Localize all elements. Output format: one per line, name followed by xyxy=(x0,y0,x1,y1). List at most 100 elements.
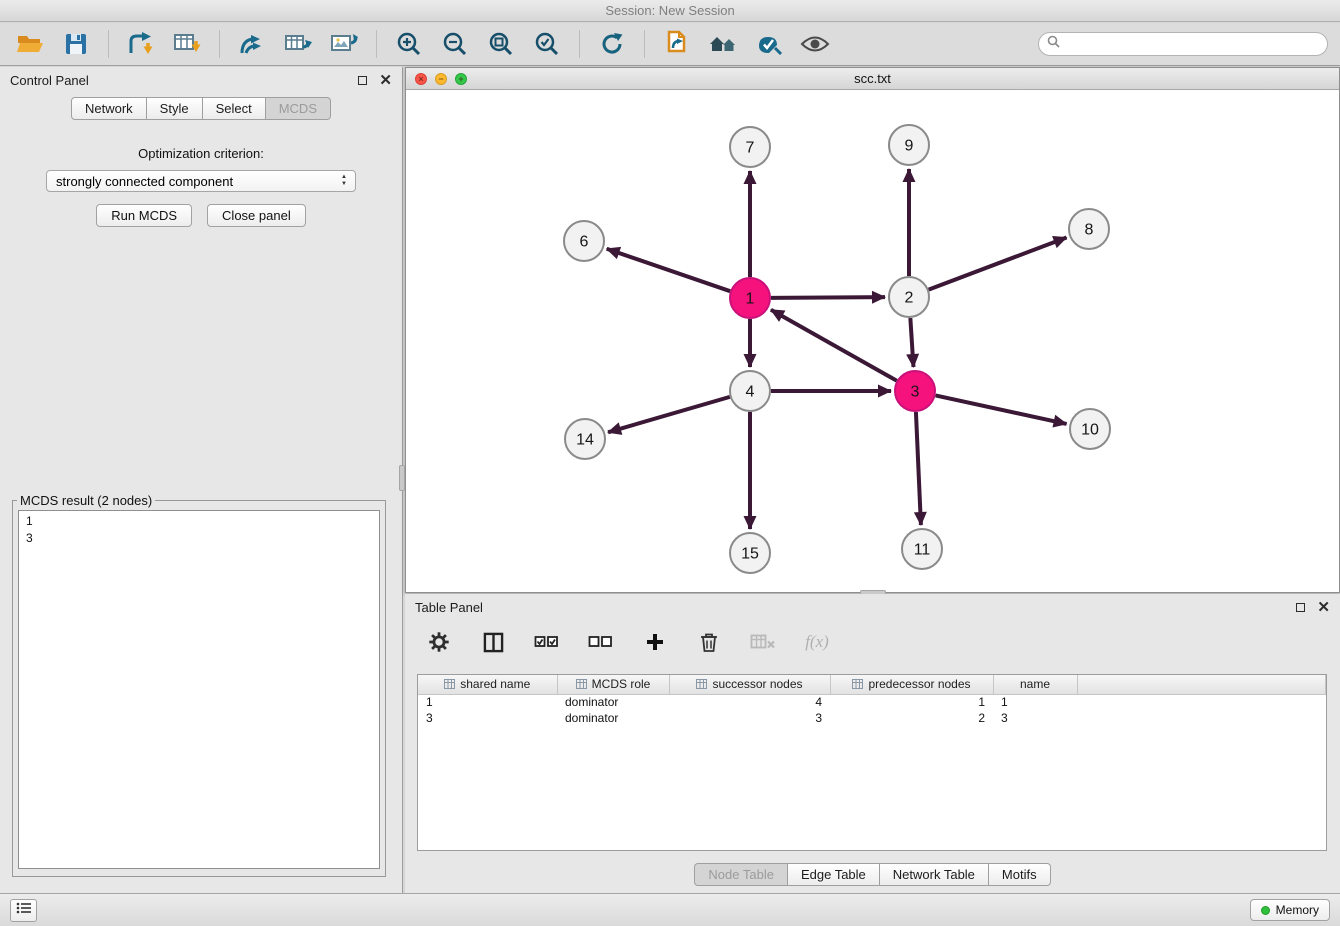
network-node-8[interactable]: 8 xyxy=(1069,209,1109,249)
tab-mcds[interactable]: MCDS xyxy=(266,97,331,120)
main-area: Control Panel ✕ Network Style Select MCD… xyxy=(0,67,1340,893)
close-panel-button[interactable]: Close panel xyxy=(207,204,306,227)
style-check-icon[interactable] xyxy=(751,28,787,60)
network-edge-3-11[interactable] xyxy=(916,412,921,525)
mcds-result-legend: MCDS result (2 nodes) xyxy=(17,493,155,508)
zoom-in-icon[interactable] xyxy=(391,28,427,60)
zoom-icon[interactable]: + xyxy=(455,73,467,85)
delete-table-icon[interactable] xyxy=(745,626,781,658)
main-toolbar xyxy=(0,23,1340,66)
cell-name[interactable]: 3 xyxy=(993,710,1077,726)
network-window-titlebar[interactable]: × − + scc.txt xyxy=(406,68,1339,90)
network-node-10[interactable]: 10 xyxy=(1070,409,1110,449)
zoom-selected-icon[interactable] xyxy=(529,28,565,60)
network-node-14[interactable]: 14 xyxy=(565,419,605,459)
column-header-shared-name[interactable]: shared name xyxy=(418,675,557,694)
import-network-icon[interactable] xyxy=(123,28,159,60)
optimization-criterion-dropdown[interactable]: strongly connected component ▲▼ xyxy=(46,170,356,192)
column-edit-icon xyxy=(576,678,587,692)
open-session-icon[interactable] xyxy=(12,28,48,60)
optimization-criterion-label: Optimization criterion: xyxy=(0,146,402,161)
network-node-1[interactable]: 1 xyxy=(730,278,770,318)
cell-shared-name[interactable]: 1 xyxy=(418,694,557,710)
zoom-out-icon[interactable] xyxy=(437,28,473,60)
cell-successor-nodes[interactable]: 4 xyxy=(669,694,830,710)
tab-select[interactable]: Select xyxy=(203,97,266,120)
table-panel-header: Table Panel ✕ xyxy=(405,594,1340,620)
column-header-predecessor-nodes[interactable]: predecessor nodes xyxy=(830,675,993,694)
save-session-icon[interactable] xyxy=(58,28,94,60)
gear-icon[interactable] xyxy=(421,626,457,658)
cell-predecessor-nodes[interactable]: 1 xyxy=(830,694,993,710)
tab-network[interactable]: Network xyxy=(71,97,147,120)
cell-mcds-role[interactable]: dominator xyxy=(557,694,669,710)
control-panel-tabs: Network Style Select MCDS xyxy=(0,97,402,120)
tab-motifs[interactable]: Motifs xyxy=(989,863,1051,886)
cell-predecessor-nodes[interactable]: 2 xyxy=(830,710,993,726)
column-header-mcds-role[interactable]: MCDS role xyxy=(557,675,669,694)
minimize-icon[interactable]: − xyxy=(435,73,447,85)
control-panel-header: Control Panel ✕ xyxy=(0,67,402,93)
network-node-9[interactable]: 9 xyxy=(889,125,929,165)
cell-successor-nodes[interactable]: 3 xyxy=(669,710,830,726)
svg-text:9: 9 xyxy=(905,138,914,155)
svg-text:1: 1 xyxy=(746,291,755,308)
select-all-icon[interactable] xyxy=(529,626,565,658)
tab-style[interactable]: Style xyxy=(147,97,203,120)
function-icon[interactable]: f(x) xyxy=(799,626,835,658)
float-panel-icon[interactable] xyxy=(358,76,367,85)
cell-shared-name[interactable]: 3 xyxy=(418,710,557,726)
network-edge-3-1[interactable] xyxy=(771,310,897,381)
close-icon[interactable]: × xyxy=(415,73,427,85)
network-edge-1-2[interactable] xyxy=(771,297,885,298)
delete-icon[interactable] xyxy=(691,626,727,658)
column-header-name[interactable]: name xyxy=(993,675,1077,694)
tab-node-table[interactable]: Node Table xyxy=(694,863,788,886)
network-edge-2-8[interactable] xyxy=(929,237,1067,289)
network-node-3[interactable]: 3 xyxy=(895,371,935,411)
column-edit-icon xyxy=(852,678,863,692)
network-node-11[interactable]: 11 xyxy=(902,529,942,569)
network-canvas[interactable]: 7 9 6 8 1 2 4 3 14 10 15 11 xyxy=(406,91,1339,592)
close-panel-icon[interactable]: ✕ xyxy=(1317,603,1330,612)
zoom-fit-icon[interactable] xyxy=(483,28,519,60)
task-history-button[interactable] xyxy=(10,899,37,922)
network-edge-1-6[interactable] xyxy=(607,249,730,291)
cell-mcds-role[interactable]: dominator xyxy=(557,710,669,726)
network-table-export-icon[interactable] xyxy=(280,28,316,60)
cell-name[interactable]: 1 xyxy=(993,694,1077,710)
network-node-15[interactable]: 15 xyxy=(730,533,770,573)
refresh-layout-icon[interactable] xyxy=(594,28,630,60)
table-row[interactable]: 3 dominator 3 2 3 xyxy=(418,710,1326,726)
search-input[interactable] xyxy=(1066,37,1319,51)
network-node-6[interactable]: 6 xyxy=(564,221,604,261)
tab-network-table[interactable]: Network Table xyxy=(880,863,989,886)
toolbar-separator xyxy=(644,30,645,58)
close-panel-icon[interactable]: ✕ xyxy=(379,76,392,85)
column-header-successor-nodes[interactable]: successor nodes xyxy=(669,675,830,694)
export-image-icon[interactable] xyxy=(326,28,362,60)
network-node-2[interactable]: 2 xyxy=(889,277,929,317)
network-edge-4-14[interactable] xyxy=(608,397,730,432)
mcds-result-line: 1 xyxy=(26,513,372,530)
deselect-all-icon[interactable] xyxy=(583,626,619,658)
float-panel-icon[interactable] xyxy=(1296,603,1305,612)
network-edge-3-10[interactable] xyxy=(936,395,1067,423)
splitter-handle-vertical[interactable] xyxy=(399,465,405,491)
home-icon[interactable] xyxy=(705,28,741,60)
tab-edge-table[interactable]: Edge Table xyxy=(788,863,880,886)
eye-icon[interactable] xyxy=(797,28,833,60)
network-edge-2-3[interactable] xyxy=(910,318,913,367)
new-network-icon[interactable] xyxy=(234,28,270,60)
status-bar: Memory xyxy=(0,893,1340,926)
copy-network-icon[interactable] xyxy=(659,28,695,60)
import-table-icon[interactable] xyxy=(169,28,205,60)
network-node-4[interactable]: 4 xyxy=(730,371,770,411)
network-node-7[interactable]: 7 xyxy=(730,127,770,167)
memory-button[interactable]: Memory xyxy=(1250,899,1330,921)
add-icon[interactable] xyxy=(637,626,673,658)
run-mcds-button[interactable]: Run MCDS xyxy=(96,204,192,227)
mcds-result-list[interactable]: 1 3 xyxy=(18,510,380,869)
split-view-icon[interactable] xyxy=(475,626,511,658)
table-row[interactable]: 1 dominator 4 1 1 xyxy=(418,694,1326,710)
